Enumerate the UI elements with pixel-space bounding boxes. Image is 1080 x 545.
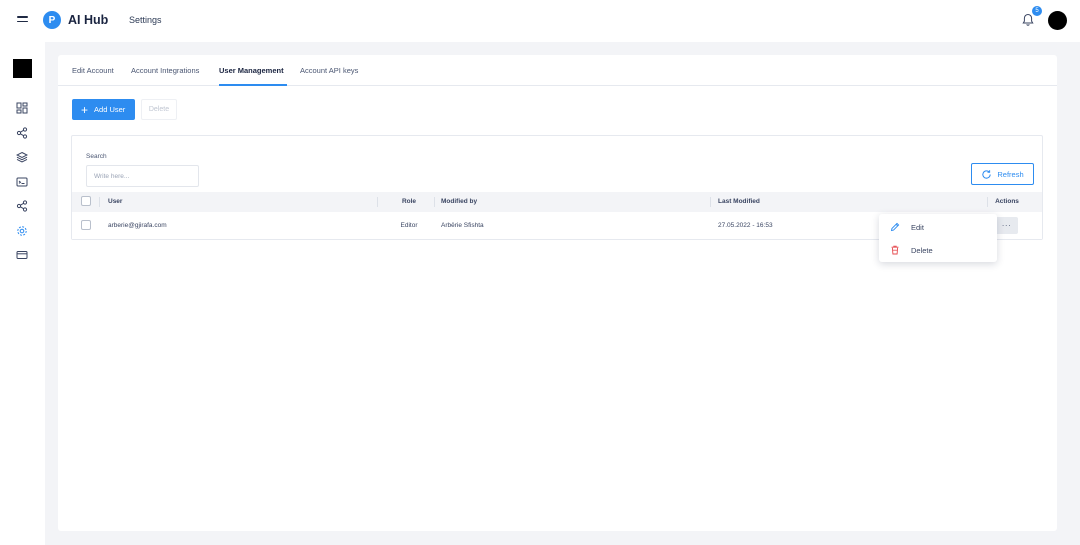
sidebar	[0, 42, 45, 545]
table-header: User Role Modified by Last Modified Acti…	[72, 192, 1042, 212]
tab-account-api-keys[interactable]: Account API keys	[300, 66, 358, 75]
cell-modified-by: Arbërie Sfishta	[441, 222, 484, 229]
cell-role: Editor	[400, 222, 418, 229]
layers-icon[interactable]	[16, 151, 28, 163]
column-header-role[interactable]: Role	[380, 198, 438, 205]
tab-edit-account[interactable]: Edit Account	[72, 66, 114, 75]
refresh-button[interactable]: Refresh	[971, 163, 1034, 185]
add-user-button[interactable]: + Add User	[72, 99, 135, 120]
notification-badge: 5	[1032, 6, 1042, 16]
row-checkbox[interactable]	[81, 220, 91, 230]
menu-item-edit[interactable]: Edit	[879, 216, 997, 238]
column-header-last-modified[interactable]: Last Modified	[718, 198, 760, 205]
tab-account-integrations[interactable]: Account Integrations	[131, 66, 199, 75]
trash-icon	[891, 245, 899, 255]
brand-name[interactable]: AI Hub	[68, 13, 108, 27]
page-title: Settings	[129, 15, 162, 25]
refresh-icon	[982, 169, 992, 179]
cell-last-modified: 27.05.2022 - 16:53	[718, 222, 773, 229]
column-header-user[interactable]: User	[108, 198, 122, 205]
menu-item-delete[interactable]: Delete	[879, 239, 997, 261]
column-header-modified-by[interactable]: Modified by	[441, 198, 477, 205]
settings-card: Edit Account Account Integrations User M…	[58, 55, 1057, 531]
dashboard-icon[interactable]	[16, 102, 28, 114]
settings-icon[interactable]	[16, 225, 28, 237]
brand-logo[interactable]: P	[43, 11, 61, 29]
row-actions-menu: Edit Delete	[879, 214, 997, 262]
column-divider	[710, 197, 711, 207]
cell-user: arberie@gjirafa.com	[108, 222, 167, 229]
menu-icon[interactable]	[17, 16, 28, 26]
terminal-icon[interactable]	[16, 176, 28, 188]
share-icon[interactable]	[16, 200, 28, 212]
plus-icon: +	[81, 102, 89, 117]
select-all-checkbox[interactable]	[81, 196, 91, 206]
tab-bar: Edit Account Account Integrations User M…	[58, 55, 1057, 86]
share-icon[interactable]	[16, 127, 28, 139]
search-label: Search	[86, 153, 107, 160]
active-tab-indicator	[219, 84, 287, 86]
add-user-label: Add User	[94, 105, 126, 114]
row-actions-button[interactable]: ···	[995, 217, 1018, 234]
search-input[interactable]	[86, 165, 199, 187]
column-divider	[377, 197, 378, 207]
column-divider	[434, 197, 435, 207]
card-icon[interactable]	[16, 249, 28, 261]
workspace-avatar[interactable]	[13, 59, 32, 78]
tab-user-management[interactable]: User Management	[219, 66, 284, 75]
pencil-icon	[890, 222, 900, 232]
menu-item-edit-label: Edit	[911, 222, 924, 232]
column-divider	[99, 197, 100, 207]
delete-button[interactable]: Delete	[141, 99, 177, 120]
user-avatar[interactable]	[1048, 11, 1067, 30]
column-header-actions: Actions	[995, 198, 1019, 205]
refresh-label: Refresh	[997, 169, 1024, 179]
column-divider	[987, 197, 988, 207]
menu-item-delete-label: Delete	[911, 245, 933, 255]
top-bar: P AI Hub Settings 5	[0, 0, 1080, 42]
